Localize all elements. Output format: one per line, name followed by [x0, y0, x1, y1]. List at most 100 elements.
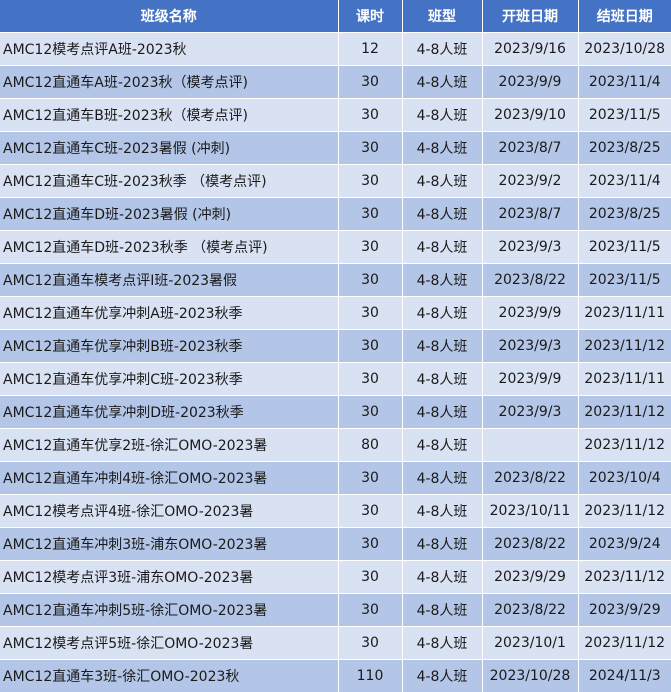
table-row[interactable]: AMC12直通车冲刺5班-徐汇OMO-2023暑304-8人班2023/8/22…: [0, 594, 671, 627]
class-name-cell[interactable]: AMC12直通车C班-2023秋季 （模考点评): [0, 165, 338, 198]
class-type-cell[interactable]: 4-8人班: [402, 594, 482, 627]
end-date-cell[interactable]: 2023/11/12: [578, 495, 671, 528]
end-date-cell[interactable]: 2023/11/4: [578, 66, 671, 99]
start-date-cell[interactable]: 2023/10/11: [482, 495, 578, 528]
class-name-cell[interactable]: AMC12直通车冲刺5班-徐汇OMO-2023暑: [0, 594, 338, 627]
class-name-cell[interactable]: AMC12直通车优享冲刺C班-2023秋季: [0, 363, 338, 396]
class-type-cell[interactable]: 4-8人班: [402, 66, 482, 99]
class-type-cell[interactable]: 4-8人班: [402, 660, 482, 692]
end-date-cell[interactable]: 2023/9/29: [578, 594, 671, 627]
start-date-cell[interactable]: 2023/9/16: [482, 33, 578, 66]
header-hours[interactable]: 课时: [338, 0, 402, 33]
start-date-cell[interactable]: 2023/9/29: [482, 561, 578, 594]
class-name-cell[interactable]: AMC12直通车模考点评I班-2023暑假: [0, 264, 338, 297]
class-name-cell[interactable]: AMC12直通车3班-徐汇OMO-2023秋: [0, 660, 338, 692]
end-date-cell[interactable]: 2023/9/24: [578, 528, 671, 561]
end-date-cell[interactable]: 2023/10/28: [578, 33, 671, 66]
table-row[interactable]: AMC12直通车D班-2023暑假 (冲刺)304-8人班2023/8/7202…: [0, 198, 671, 231]
hours-cell[interactable]: 30: [338, 396, 402, 429]
table-row[interactable]: AMC12直通车C班-2023秋季 （模考点评)304-8人班2023/9/22…: [0, 165, 671, 198]
class-name-cell[interactable]: AMC12直通车B班-2023秋（模考点评): [0, 99, 338, 132]
start-date-cell[interactable]: 2023/9/9: [482, 363, 578, 396]
hours-cell[interactable]: 30: [338, 627, 402, 660]
table-row[interactable]: AMC12模考点评4班-徐汇OMO-2023暑304-8人班2023/10/11…: [0, 495, 671, 528]
start-date-cell[interactable]: 2023/9/3: [482, 330, 578, 363]
class-name-cell[interactable]: AMC12直通车优享冲刺A班-2023秋季: [0, 297, 338, 330]
header-end-date[interactable]: 结班日期: [578, 0, 671, 33]
header-class-name[interactable]: 班级名称: [0, 0, 338, 33]
class-type-cell[interactable]: 4-8人班: [402, 462, 482, 495]
hours-cell[interactable]: 30: [338, 594, 402, 627]
class-type-cell[interactable]: 4-8人班: [402, 297, 482, 330]
table-row[interactable]: AMC12直通车优享冲刺D班-2023秋季304-8人班2023/9/32023…: [0, 396, 671, 429]
end-date-cell[interactable]: 2023/11/12: [578, 561, 671, 594]
start-date-cell[interactable]: 2023/10/28: [482, 660, 578, 692]
class-type-cell[interactable]: 4-8人班: [402, 528, 482, 561]
hours-cell[interactable]: 30: [338, 264, 402, 297]
table-row[interactable]: AMC12直通车冲刺4班-徐汇OMO-2023暑304-8人班2023/8/22…: [0, 462, 671, 495]
hours-cell[interactable]: 30: [338, 363, 402, 396]
header-class-type[interactable]: 班型: [402, 0, 482, 33]
hours-cell[interactable]: 30: [338, 495, 402, 528]
end-date-cell[interactable]: 2023/11/11: [578, 297, 671, 330]
class-type-cell[interactable]: 4-8人班: [402, 495, 482, 528]
table-row[interactable]: AMC12直通车模考点评I班-2023暑假304-8人班2023/8/22202…: [0, 264, 671, 297]
class-name-cell[interactable]: AMC12直通车C班-2023暑假 (冲刺): [0, 132, 338, 165]
start-date-cell[interactable]: 2023/9/3: [482, 231, 578, 264]
end-date-cell[interactable]: 2023/8/25: [578, 198, 671, 231]
class-name-cell[interactable]: AMC12模考点评4班-徐汇OMO-2023暑: [0, 495, 338, 528]
class-name-cell[interactable]: AMC12直通车A班-2023秋（模考点评): [0, 66, 338, 99]
start-date-cell[interactable]: 2023/8/22: [482, 594, 578, 627]
end-date-cell[interactable]: 2023/11/5: [578, 264, 671, 297]
class-name-cell[interactable]: AMC12直通车优享冲刺D班-2023秋季: [0, 396, 338, 429]
hours-cell[interactable]: 30: [338, 66, 402, 99]
class-type-cell[interactable]: 4-8人班: [402, 198, 482, 231]
start-date-cell[interactable]: 2023/8/7: [482, 198, 578, 231]
table-row[interactable]: AMC12直通车B班-2023秋（模考点评)304-8人班2023/9/1020…: [0, 99, 671, 132]
hours-cell[interactable]: 30: [338, 231, 402, 264]
end-date-cell[interactable]: 2023/8/25: [578, 132, 671, 165]
hours-cell[interactable]: 30: [338, 132, 402, 165]
class-type-cell[interactable]: 4-8人班: [402, 99, 482, 132]
end-date-cell[interactable]: 2023/11/12: [578, 627, 671, 660]
class-type-cell[interactable]: 4-8人班: [402, 561, 482, 594]
table-row[interactable]: AMC12直通车优享冲刺B班-2023秋季304-8人班2023/9/32023…: [0, 330, 671, 363]
class-type-cell[interactable]: 4-8人班: [402, 396, 482, 429]
end-date-cell[interactable]: 2023/10/4: [578, 462, 671, 495]
hours-cell[interactable]: 12: [338, 33, 402, 66]
start-date-cell[interactable]: 2023/9/2: [482, 165, 578, 198]
end-date-cell[interactable]: 2023/11/12: [578, 396, 671, 429]
class-type-cell[interactable]: 4-8人班: [402, 330, 482, 363]
class-type-cell[interactable]: 4-8人班: [402, 627, 482, 660]
hours-cell[interactable]: 30: [338, 528, 402, 561]
class-name-cell[interactable]: AMC12直通车优享冲刺B班-2023秋季: [0, 330, 338, 363]
table-row[interactable]: AMC12模考点评3班-浦东OMO-2023暑304-8人班2023/9/292…: [0, 561, 671, 594]
start-date-cell[interactable]: 2023/8/22: [482, 264, 578, 297]
table-row[interactable]: AMC12直通车3班-徐汇OMO-2023秋1104-8人班2023/10/28…: [0, 660, 671, 692]
class-type-cell[interactable]: 4-8人班: [402, 132, 482, 165]
end-date-cell[interactable]: 2024/11/3: [578, 660, 671, 692]
hours-cell[interactable]: 30: [338, 462, 402, 495]
hours-cell[interactable]: 30: [338, 330, 402, 363]
class-name-cell[interactable]: AMC12直通车冲刺3班-浦东OMO-2023暑: [0, 528, 338, 561]
hours-cell[interactable]: 80: [338, 429, 402, 462]
class-name-cell[interactable]: AMC12直通车优享2班-徐汇OMO-2023暑: [0, 429, 338, 462]
header-start-date[interactable]: 开班日期: [482, 0, 578, 33]
table-row[interactable]: AMC12直通车C班-2023暑假 (冲刺)304-8人班2023/8/7202…: [0, 132, 671, 165]
start-date-cell[interactable]: [482, 429, 578, 462]
table-row[interactable]: AMC12直通车D班-2023秋季 （模考点评)304-8人班2023/9/32…: [0, 231, 671, 264]
class-name-cell[interactable]: AMC12直通车冲刺4班-徐汇OMO-2023暑: [0, 462, 338, 495]
class-type-cell[interactable]: 4-8人班: [402, 165, 482, 198]
table-row[interactable]: AMC12直通车优享2班-徐汇OMO-2023暑804-8人班2023/11/1…: [0, 429, 671, 462]
table-row[interactable]: AMC12模考点评5班-徐汇OMO-2023暑304-8人班2023/10/12…: [0, 627, 671, 660]
class-type-cell[interactable]: 4-8人班: [402, 264, 482, 297]
class-type-cell[interactable]: 4-8人班: [402, 429, 482, 462]
end-date-cell[interactable]: 2023/11/5: [578, 231, 671, 264]
hours-cell[interactable]: 30: [338, 165, 402, 198]
hours-cell[interactable]: 30: [338, 99, 402, 132]
start-date-cell[interactable]: 2023/10/1: [482, 627, 578, 660]
class-name-cell[interactable]: AMC12模考点评A班-2023秋: [0, 33, 338, 66]
class-name-cell[interactable]: AMC12直通车D班-2023秋季 （模考点评): [0, 231, 338, 264]
start-date-cell[interactable]: 2023/9/9: [482, 66, 578, 99]
start-date-cell[interactable]: 2023/9/3: [482, 396, 578, 429]
